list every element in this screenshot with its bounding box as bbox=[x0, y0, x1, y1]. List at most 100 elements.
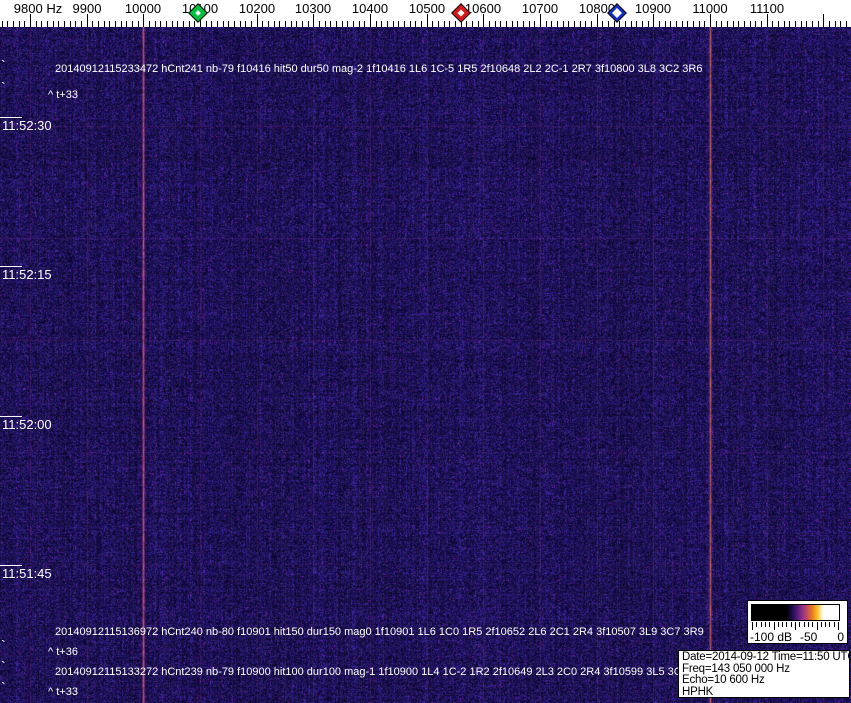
freq-tick bbox=[784, 21, 785, 27]
freq-tick bbox=[376, 21, 377, 27]
freq-label: 11100 bbox=[749, 1, 785, 16]
freq-tick bbox=[619, 21, 620, 27]
freq-tick bbox=[296, 21, 297, 27]
freq-tick bbox=[109, 21, 110, 27]
freq-tick bbox=[7, 21, 8, 27]
freq-tick bbox=[92, 21, 93, 27]
event-time-offset: ^ t+33 bbox=[48, 686, 78, 698]
freq-tick bbox=[568, 21, 569, 27]
freq-tick bbox=[500, 21, 501, 27]
freq-tick bbox=[41, 21, 42, 27]
freq-tick bbox=[149, 21, 150, 27]
freq-tick bbox=[733, 21, 734, 27]
freq-tick bbox=[138, 21, 139, 27]
freq-tick bbox=[308, 21, 309, 27]
freq-tick bbox=[438, 21, 439, 27]
freq-tick bbox=[291, 21, 292, 27]
info-station-code: HPHK bbox=[682, 685, 714, 698]
freq-tick bbox=[274, 21, 275, 27]
freq-tick bbox=[829, 21, 830, 27]
event-time-offset: ^ t+36 bbox=[48, 646, 78, 658]
freq-tick bbox=[801, 21, 802, 27]
freq-tick bbox=[727, 21, 728, 27]
freq-tick bbox=[631, 21, 632, 27]
colorbar-tick bbox=[786, 622, 788, 627]
freq-tick bbox=[211, 21, 212, 27]
freq-tick bbox=[268, 21, 269, 27]
meteor-spectrogram-window: 9800 Hz990010000101001020010300104001050… bbox=[0, 0, 851, 703]
freq-tick bbox=[495, 21, 496, 27]
freq-tick bbox=[319, 21, 320, 27]
freq-tick bbox=[234, 21, 235, 27]
freq-tick bbox=[478, 21, 479, 27]
colorbar-tick bbox=[799, 622, 801, 627]
marker-core bbox=[612, 8, 622, 18]
freq-tick bbox=[279, 21, 280, 27]
freq-tick bbox=[81, 21, 82, 27]
freq-tick bbox=[104, 21, 105, 27]
freq-tick bbox=[676, 21, 677, 27]
freq-tick bbox=[330, 21, 331, 27]
colorbar-tick bbox=[790, 622, 792, 627]
freq-tick bbox=[699, 21, 700, 27]
colorbar-label-min: -100 dB bbox=[750, 630, 793, 644]
freq-tick bbox=[228, 21, 229, 27]
freq-tick bbox=[806, 21, 807, 27]
freq-tick bbox=[404, 21, 405, 27]
time-label: 11:51:45 bbox=[2, 566, 52, 581]
freq-tick bbox=[721, 21, 722, 27]
freq-tick bbox=[19, 21, 20, 27]
colorbar-tick bbox=[807, 622, 809, 627]
freq-tick bbox=[755, 21, 756, 27]
freq-tick bbox=[155, 21, 156, 27]
colorbar-tick bbox=[820, 622, 822, 627]
colorbar-tick bbox=[773, 622, 775, 630]
colorbar-tick bbox=[752, 622, 753, 630]
freq-tick bbox=[393, 21, 394, 27]
freq-tick bbox=[206, 21, 207, 27]
freq-tick bbox=[98, 21, 99, 27]
freq-tick bbox=[716, 21, 717, 27]
freq-tick bbox=[744, 21, 745, 27]
freq-tick bbox=[636, 21, 637, 27]
freq-label: 9800 Hz bbox=[13, 1, 63, 16]
freq-tick bbox=[682, 21, 683, 27]
freq-label: 10900 bbox=[634, 1, 672, 16]
freq-tick bbox=[47, 21, 48, 27]
freq-tick bbox=[398, 21, 399, 27]
freq-tick bbox=[251, 21, 252, 27]
freq-tick bbox=[2, 21, 3, 27]
colorbar-tick bbox=[795, 622, 796, 630]
freq-label: 10400 bbox=[351, 1, 389, 16]
freq-tick bbox=[285, 21, 286, 27]
time-label: 11:52:30 bbox=[2, 118, 52, 133]
freq-tick bbox=[449, 21, 450, 27]
colorbar-tick bbox=[782, 622, 784, 627]
event-time-offset: ^ t+33 bbox=[48, 89, 78, 101]
freq-tick bbox=[761, 21, 762, 27]
marker-core bbox=[457, 9, 465, 17]
freq-tick bbox=[778, 21, 779, 27]
time-label: 11:52:15 bbox=[2, 267, 52, 282]
freq-tick bbox=[840, 21, 841, 27]
colorbar-tick bbox=[833, 622, 835, 627]
colorbar-tick bbox=[756, 622, 758, 627]
freq-tick bbox=[580, 21, 581, 27]
freq-tick bbox=[659, 21, 660, 27]
freq-tick bbox=[70, 21, 71, 27]
freq-tick bbox=[58, 21, 59, 27]
info-date-time: Date=2014-09-12 Time=11:50 UTC bbox=[682, 651, 851, 663]
colorbar-tick bbox=[764, 622, 766, 627]
freq-tick bbox=[670, 21, 671, 27]
freq-tick bbox=[534, 21, 535, 27]
event-annotation: 20140912115133272 hCnt239 nb-79 f10900 h… bbox=[55, 666, 688, 678]
freq-tick bbox=[223, 21, 224, 27]
freq-label: 11000 bbox=[692, 1, 728, 16]
freq-tick bbox=[240, 21, 241, 27]
colorbar-tick bbox=[829, 622, 831, 627]
freq-label: 10300 bbox=[294, 1, 332, 16]
colorbar-tick bbox=[838, 622, 839, 630]
freq-tick bbox=[704, 21, 705, 27]
edge-marker: ` bbox=[1, 658, 6, 674]
freq-tick bbox=[625, 21, 626, 27]
